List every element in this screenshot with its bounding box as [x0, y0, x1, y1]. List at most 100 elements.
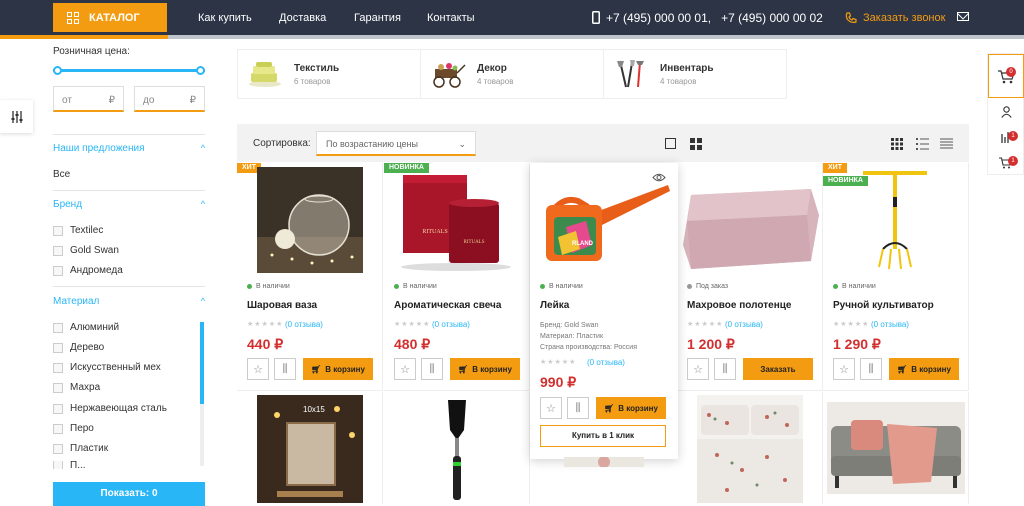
chevron-up-icon: ^ — [200, 143, 205, 153]
product-card[interactable] — [677, 392, 823, 504]
reviews-link[interactable]: (0 отзыва) — [725, 320, 763, 329]
cart-count-badge: 0 — [1006, 67, 1016, 77]
material-checkbox[interactable]: Махра — [53, 382, 100, 393]
reviews-link[interactable]: (0 отзыва) — [587, 358, 625, 367]
callback-button[interactable]: Заказать звонок — [845, 0, 945, 35]
reviews-link[interactable]: (0 отзыва) — [285, 320, 323, 329]
nav-delivery[interactable]: Доставка — [279, 0, 326, 35]
price-label: Розничная цена: — [53, 46, 130, 57]
product-name[interactable]: Ручной культиватор — [833, 300, 934, 311]
price-from-input[interactable]: от ₽ — [53, 86, 124, 112]
sort-select[interactable]: По возрастанию цены ⌄ — [316, 131, 476, 156]
add-to-cart-button[interactable]: 🛒︎ В корзину — [889, 358, 959, 380]
product-name[interactable]: Шаровая ваза — [247, 300, 317, 311]
product-name[interactable]: Махровое полотенце — [687, 300, 791, 311]
nav-warranty[interactable]: Гарантия — [354, 0, 401, 35]
category-textile[interactable]: Текстиль 6 товаров — [238, 50, 421, 98]
price-to-input[interactable]: до ₽ — [134, 86, 205, 112]
brand-checkbox[interactable]: Андромеда — [53, 265, 123, 276]
offers-section-toggle[interactable]: Наши предложения ^ — [53, 143, 205, 154]
single-view-icon[interactable] — [665, 138, 676, 149]
reviews-link[interactable]: (0 отзыва) — [871, 320, 909, 329]
product-image-cultivator — [863, 171, 927, 270]
brand-checkbox[interactable]: Gold Swan — [53, 245, 119, 256]
add-to-cart-button[interactable]: 🛒︎ В корзину — [303, 358, 373, 380]
handset-icon — [845, 11, 857, 23]
brand-section-toggle[interactable]: Бренд ^ — [53, 199, 205, 210]
product-price: 1 290 ₽ — [833, 336, 881, 352]
double-view-icon[interactable] — [690, 138, 702, 150]
show-results-button[interactable]: Показать: 0 — [53, 482, 205, 506]
category-decor[interactable]: Декор 4 товаров — [421, 50, 604, 98]
nav-how-to-buy[interactable]: Как купить — [198, 0, 252, 35]
product-card-hovered[interactable]: RLAND В наличии Лейка Бренд: Gold Swan М… — [530, 163, 678, 467]
favorite-star-icon[interactable]: ☆ — [247, 358, 269, 380]
product-card[interactable]: 10x15 — [237, 392, 383, 504]
phone-2[interactable]: +7 (495) 000 00 02 — [721, 11, 823, 25]
compare-icon[interactable]: ⫼ — [567, 397, 589, 419]
add-to-cart-button[interactable]: 🛒︎ В корзину — [450, 358, 520, 380]
order-button[interactable]: Заказать — [743, 358, 813, 380]
favorite-star-icon[interactable]: ☆ — [394, 358, 416, 380]
availability: В наличии — [394, 283, 437, 290]
range-min-handle[interactable] — [53, 66, 62, 75]
buy-one-click-button[interactable]: Купить в 1 клик — [540, 425, 666, 447]
chevron-down-icon: ⌄ — [458, 139, 466, 149]
product-card[interactable]: НОВИНКА RITUALS RITUALS В наличии Аромати… — [384, 163, 530, 391]
product-name[interactable]: Лейка — [540, 300, 569, 311]
material-checkbox[interactable]: П... — [53, 461, 86, 469]
category-tools[interactable]: Инвентарь 4 товаров — [604, 50, 786, 98]
grid-view-icon[interactable] — [891, 138, 903, 150]
favorite-star-icon[interactable]: ☆ — [540, 397, 562, 419]
material-checkbox[interactable]: Нержавеющая сталь — [53, 403, 167, 414]
material-label: Пластик — [70, 443, 109, 454]
table-view-icon[interactable] — [940, 138, 953, 150]
material-scrollbar[interactable] — [200, 322, 204, 466]
add-to-cart-label: В корзину — [911, 364, 951, 374]
nav-contacts[interactable]: Контакты — [427, 0, 475, 35]
product-card[interactable] — [823, 392, 969, 504]
favorite-star-icon[interactable]: ☆ — [687, 358, 709, 380]
add-to-cart-button[interactable]: 🛒︎ В корзину — [596, 397, 666, 419]
offer-all[interactable]: Все — [53, 169, 70, 180]
list-view-icon[interactable] — [916, 138, 929, 150]
material-checkbox[interactable]: Алюминий — [53, 322, 119, 333]
price-range-slider[interactable] — [53, 66, 205, 75]
material-checkbox[interactable]: Пластик — [53, 443, 108, 454]
range-max-handle[interactable] — [196, 66, 205, 75]
divider — [53, 286, 205, 287]
product-card[interactable]: ХИТ НОВИНКА В наличии Ручной культиватор… — [823, 163, 969, 391]
brand-checkbox[interactable]: Textilec — [53, 225, 103, 236]
product-image-partial — [564, 457, 644, 467]
product-name[interactable]: Ароматическая свеча — [394, 300, 501, 311]
compare-icon[interactable]: ⫼ — [421, 358, 443, 380]
product-card[interactable]: ХИТ В наличии Шаровая ваза ★★★★★ (0 отзы… — [237, 163, 383, 391]
header-underline — [0, 35, 1024, 39]
material-label: Перо — [70, 423, 94, 434]
material-checkbox[interactable]: Дерево — [53, 342, 104, 353]
phone-1[interactable]: +7 (495) 000 00 01, — [606, 11, 711, 25]
material-checkbox[interactable]: Перо — [53, 423, 94, 434]
product-card[interactable] — [384, 392, 530, 504]
compare-icon[interactable]: ⫼ — [714, 358, 736, 380]
user-icon[interactable] — [1001, 106, 1012, 118]
svg-text:RLAND: RLAND — [572, 241, 594, 247]
product-card[interactable]: Под заказ Махровое полотенце ★★★★★ (0 от… — [677, 163, 823, 391]
mini-cart-button[interactable]: 0 — [988, 54, 1024, 98]
mail-icon[interactable] — [957, 12, 969, 21]
category-name: Текстиль — [294, 62, 340, 74]
compare-icon[interactable]: ⫼ — [274, 358, 296, 380]
filter-toggle-icon[interactable] — [0, 100, 33, 133]
ruble-icon: ₽ — [189, 95, 196, 106]
spec-material: Материал: Пластик — [540, 333, 604, 340]
material-section-toggle[interactable]: Материал ^ — [53, 296, 205, 307]
reviews-link[interactable]: (0 отзыва) — [432, 320, 470, 329]
favorite-star-icon[interactable]: ☆ — [833, 358, 855, 380]
cart-icon: 🛒︎ — [897, 364, 908, 374]
catalog-button[interactable]: КАТАЛОГ — [53, 3, 167, 32]
compare-icon[interactable]: ⫼ — [860, 358, 882, 380]
material-checkbox[interactable]: Искусственный мех — [53, 362, 161, 373]
product-image-bedding — [697, 395, 803, 503]
right-floating-panel: 0 1 1 — [987, 53, 1024, 175]
product-price: 990 ₽ — [540, 374, 577, 390]
